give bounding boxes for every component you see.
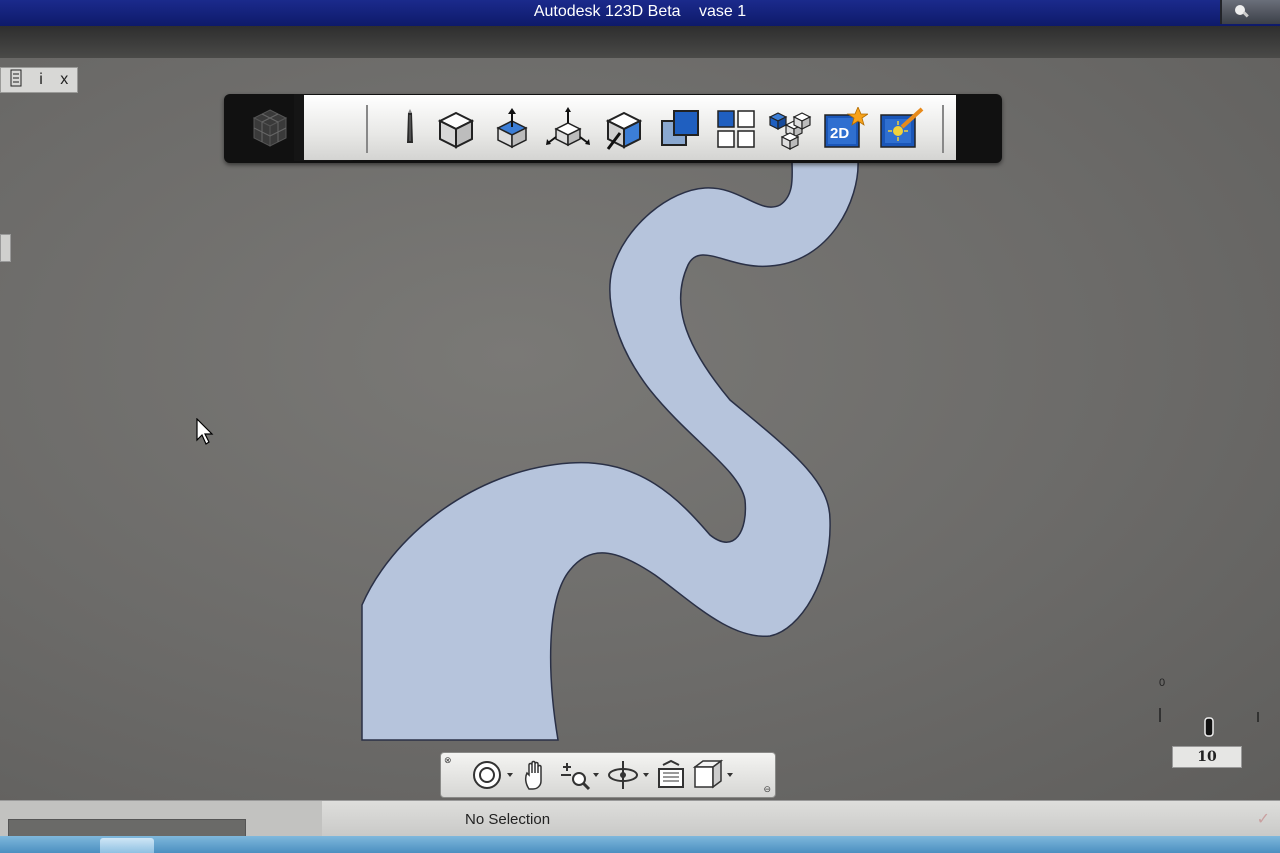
orbit-icon[interactable] [607, 759, 651, 791]
inspect-icon[interactable] [602, 107, 646, 151]
toolbar-buttons: 2D [304, 95, 956, 160]
navbar-minimize-icon[interactable]: ⊖ [763, 784, 771, 795]
drawing-2d-icon[interactable]: 2D [822, 107, 868, 151]
scale-ruler [1159, 708, 1259, 737]
status-bar: No Selection ✓ [0, 800, 1280, 837]
sketch-pencil-icon[interactable] [388, 107, 432, 151]
render-icon[interactable] [878, 107, 926, 151]
move-transform-icon[interactable] [546, 107, 590, 151]
toolbar-separator-right [942, 105, 944, 153]
zoom-icon[interactable] [557, 759, 601, 791]
mouse-pointer-icon [196, 418, 214, 445]
main-toolbar: 2D [224, 94, 1002, 163]
selection-status: No Selection [465, 811, 551, 828]
taskbar [0, 836, 1280, 853]
taskbar-app-button[interactable] [100, 838, 154, 853]
navigation-bar: ⊗ ⊖ [440, 752, 776, 798]
check-icon: ✓ [1256, 811, 1270, 828]
steering-wheel-icon[interactable] [471, 759, 517, 791]
extrude-icon[interactable] [490, 107, 534, 151]
pattern-icon[interactable] [714, 107, 758, 151]
navbar-close-icon[interactable]: ⊗ [444, 755, 452, 766]
scale-value[interactable]: 10 [1172, 746, 1242, 768]
fit-view-icon[interactable] [655, 759, 689, 791]
scale-zero-label: 0 [1159, 677, 1166, 689]
status-left-panel [0, 801, 322, 837]
toolbar-separator [366, 105, 368, 153]
group-blocks-icon[interactable] [768, 107, 812, 151]
combine-icon[interactable] [658, 107, 702, 151]
drawing-2d-label: 2D [830, 125, 850, 142]
primitives-box-icon[interactable] [434, 107, 478, 151]
view-cube-icon[interactable] [691, 759, 737, 791]
app-cube-logo-icon[interactable] [248, 106, 292, 150]
pan-hand-icon[interactable] [521, 759, 553, 791]
progress-bar [8, 819, 246, 837]
